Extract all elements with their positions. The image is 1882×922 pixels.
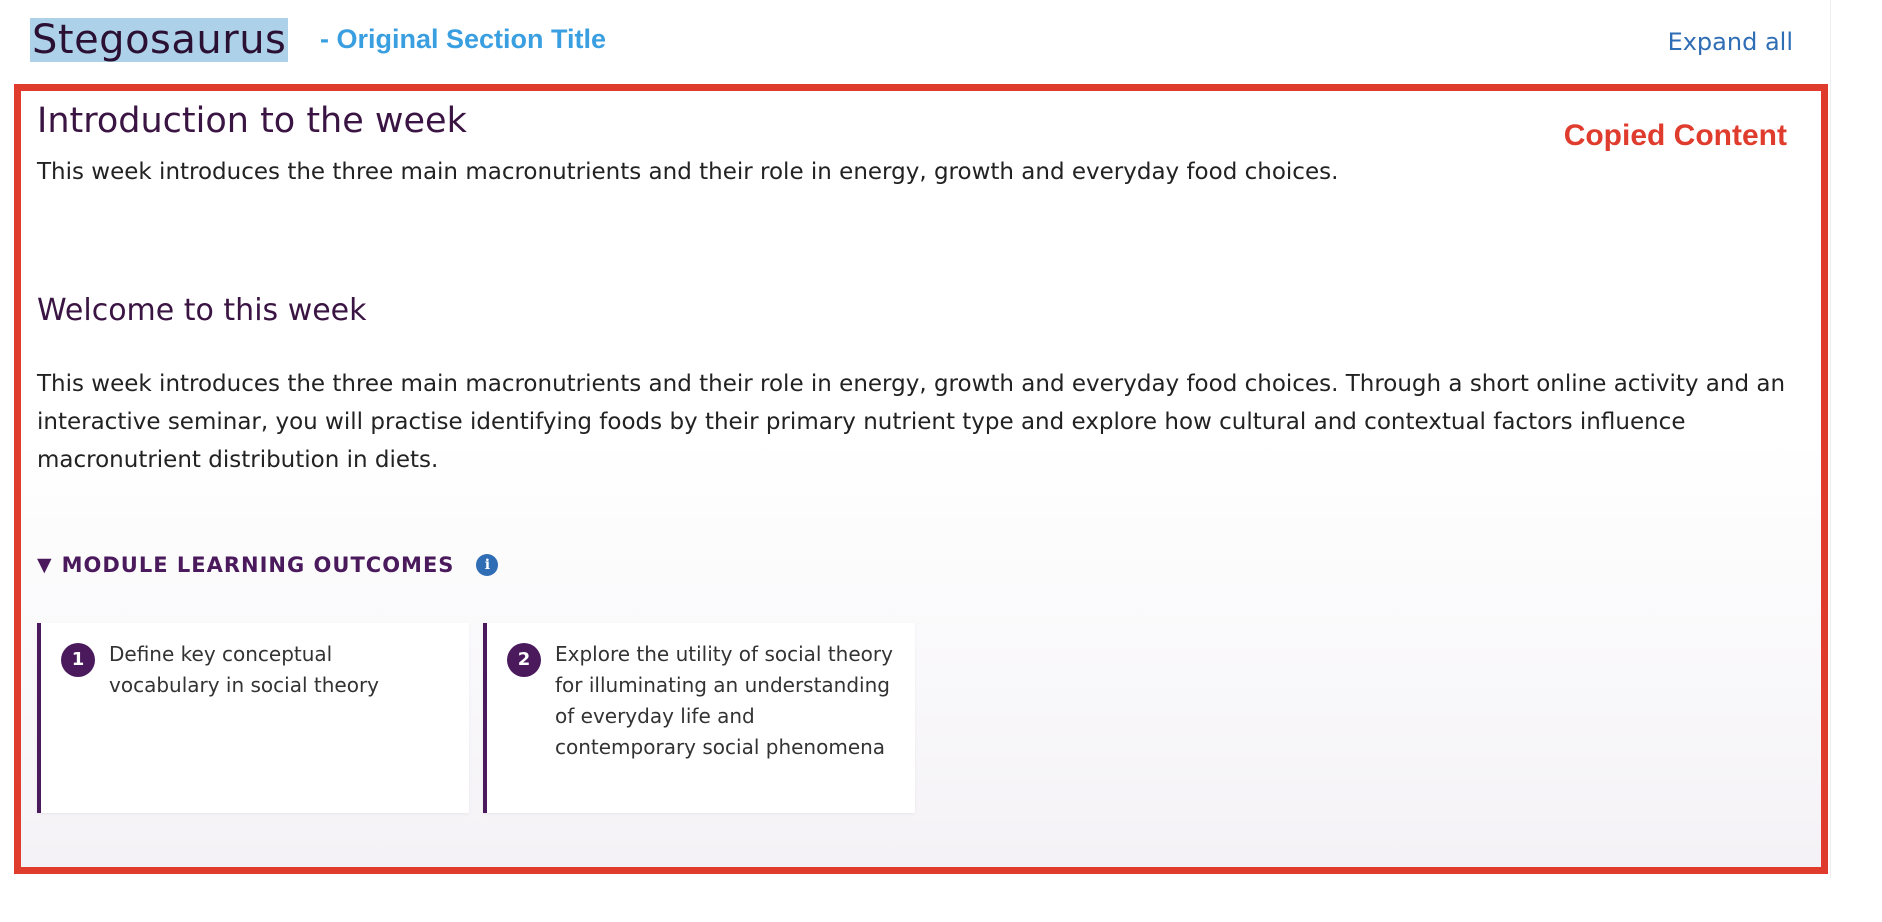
learning-outcomes-toggle[interactable]: ▼ MODULE LEARNING OUTCOMES i	[37, 553, 499, 577]
copied-content-annotation: Copied Content	[1563, 119, 1787, 152]
original-section-title-annotation: - Original Section Title	[320, 24, 607, 54]
outcome-text: Explore the utility of social theory for…	[555, 642, 893, 759]
outcome-number-badge: 1	[61, 643, 95, 677]
outcome-card: 2 Explore the utility of social theory f…	[483, 623, 915, 813]
welcome-body: This week introduces the three main macr…	[37, 371, 1786, 473]
info-icon[interactable]: i	[476, 554, 499, 576]
outcome-text: Define key conceptual vocabulary in soci…	[109, 642, 380, 697]
outcome-card: 1 Define key conceptual vocabulary in so…	[37, 623, 469, 813]
outcome-number-badge: 2	[507, 643, 541, 677]
expand-all-link[interactable]: Expand all	[1668, 28, 1793, 56]
copied-content-region: Copied Content Introduction to the week …	[14, 84, 1828, 874]
section-title[interactable]: Stegosaurus	[30, 18, 289, 62]
intro-heading: Introduction to the week	[37, 101, 467, 141]
welcome-heading: Welcome to this week	[37, 293, 367, 328]
learning-outcomes-label: MODULE LEARNING OUTCOMES	[61, 553, 455, 577]
triangle-down-icon: ▼	[37, 554, 52, 576]
intro-summary: This week introduces the three main macr…	[37, 159, 1339, 185]
section-header: Stegosaurus - Original Section Title Exp…	[30, 14, 1795, 70]
